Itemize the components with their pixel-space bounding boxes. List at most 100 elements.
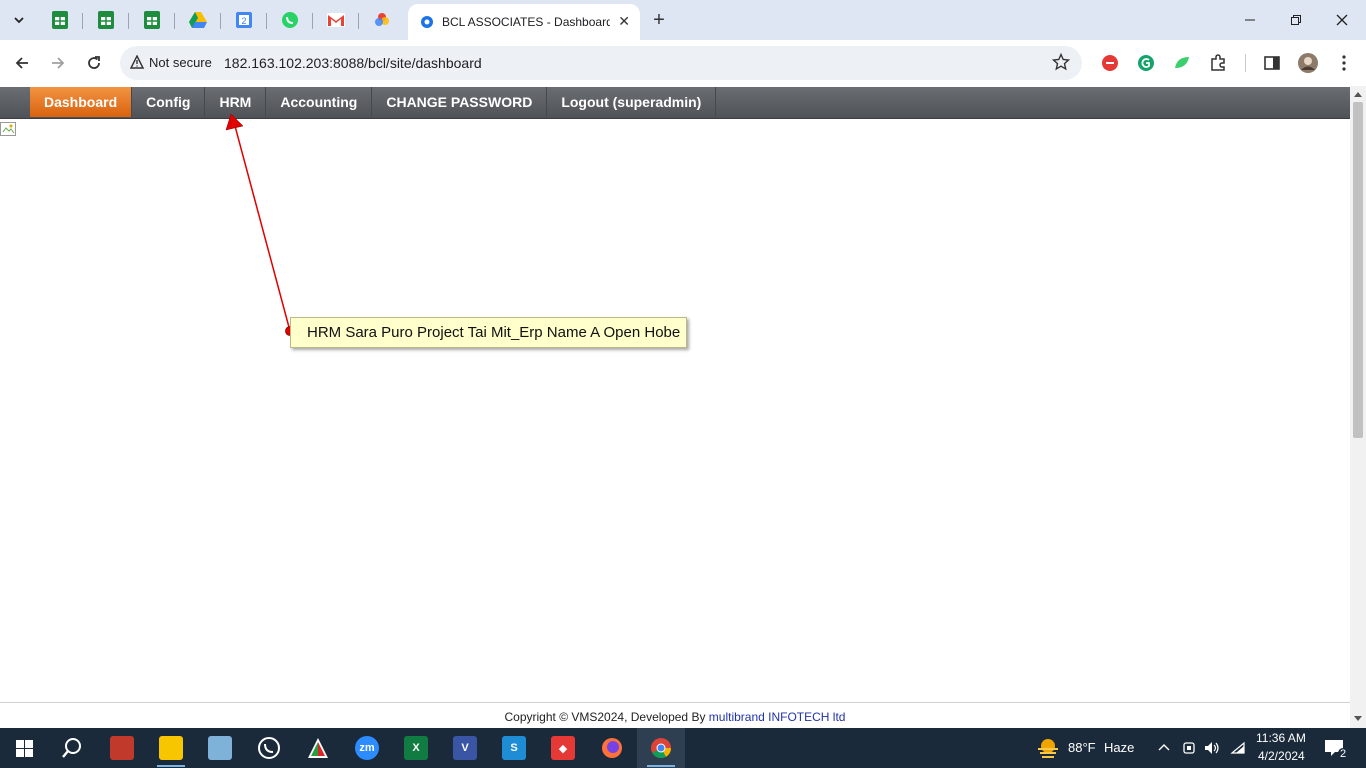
active-tab-title: BCL ASSOCIATES - Dashboard S bbox=[442, 15, 610, 29]
taskbar-search-button[interactable] bbox=[48, 728, 96, 768]
bookmark-star-icon[interactable] bbox=[1052, 53, 1070, 71]
minimize-icon bbox=[1245, 19, 1255, 21]
gmail-icon bbox=[327, 13, 345, 27]
kebab-menu-icon bbox=[1342, 55, 1346, 71]
google-sheets-icon bbox=[52, 11, 68, 29]
taskbar-firefox[interactable] bbox=[588, 728, 636, 768]
menu-item-change-password[interactable]: CHANGE PASSWORD bbox=[372, 87, 548, 117]
whatsapp-icon bbox=[282, 12, 298, 28]
new-tab-button[interactable]: + bbox=[648, 9, 670, 31]
extension-button-1[interactable] bbox=[1099, 52, 1121, 74]
address-bar[interactable]: Not secure 182.163.102.203:8088/bcl/site… bbox=[120, 46, 1082, 80]
scrollbar-thumb[interactable] bbox=[1353, 102, 1363, 438]
app-s-icon: S bbox=[502, 736, 526, 760]
pinned-tab-photos[interactable] bbox=[367, 8, 397, 32]
scroll-down-arrow[interactable] bbox=[1354, 716, 1362, 721]
taskbar-app-1[interactable] bbox=[98, 728, 146, 768]
app-logo-icon bbox=[308, 738, 328, 758]
restore-window-button[interactable] bbox=[1276, 6, 1316, 34]
weather-temperature[interactable]: 88°F bbox=[1068, 740, 1096, 755]
pinned-tab-drive[interactable] bbox=[183, 8, 213, 32]
start-button[interactable] bbox=[0, 728, 48, 768]
reload-button[interactable] bbox=[82, 51, 106, 75]
chrome-icon bbox=[651, 738, 672, 759]
close-window-button[interactable] bbox=[1322, 6, 1362, 34]
taskbar-whatsapp[interactable] bbox=[245, 728, 293, 768]
pinned-tab-whatsapp[interactable] bbox=[275, 8, 305, 32]
tab-separator bbox=[266, 13, 267, 29]
green-leaf-extension-icon bbox=[1175, 57, 1189, 68]
taskbar-app-10[interactable]: ◆ bbox=[539, 728, 587, 768]
firefox-icon bbox=[602, 738, 622, 758]
profile-button[interactable] bbox=[1297, 52, 1319, 74]
whatsapp-icon bbox=[258, 737, 280, 759]
annotation-callout: HRM Sara Puro Project Tai Mit_Erp Name A… bbox=[290, 317, 687, 348]
security-status-label[interactable]: Not secure bbox=[149, 55, 212, 70]
tab-separator bbox=[174, 13, 175, 29]
speaker-icon[interactable] bbox=[1204, 741, 1220, 755]
weather-haze-icon[interactable] bbox=[1036, 737, 1060, 759]
grammarly-button[interactable] bbox=[1135, 52, 1157, 74]
meet-now-icon[interactable] bbox=[1182, 741, 1196, 755]
main-menu-bar: Dashboard Config HRM Accounting CHANGE P… bbox=[0, 87, 1350, 119]
browser-menu-button[interactable] bbox=[1333, 52, 1355, 74]
menu-item-config[interactable]: Config bbox=[132, 87, 206, 117]
page-footer: Copyright © VMS2024, Developed By multib… bbox=[0, 702, 1350, 728]
tab-separator bbox=[82, 13, 83, 29]
url-text[interactable]: 182.163.102.203:8088/bcl/site/dashboard bbox=[224, 55, 482, 71]
taskbar-app-9[interactable]: S bbox=[490, 728, 538, 768]
app-tile-icon: ◆ bbox=[551, 736, 575, 760]
browser-tab-strip: 2 BCL ASSOCIATES - Dashboard S ✕ + bbox=[0, 0, 1366, 40]
minimize-window-button[interactable] bbox=[1230, 6, 1270, 34]
taskbar-chrome[interactable] bbox=[637, 728, 685, 768]
close-icon bbox=[1336, 14, 1348, 26]
extensions-menu-button[interactable] bbox=[1207, 52, 1229, 74]
pinned-tab-sheets-3[interactable] bbox=[137, 8, 167, 32]
pinned-tab-gmail[interactable] bbox=[321, 8, 351, 32]
clock-time[interactable]: 11:36 AM bbox=[1256, 731, 1306, 745]
taskbar-excel[interactable]: X bbox=[392, 728, 440, 768]
broken-image-icon bbox=[0, 122, 16, 136]
extension-button-3[interactable] bbox=[1171, 52, 1193, 74]
puzzle-piece-icon bbox=[1211, 54, 1225, 71]
page-scrollbar[interactable] bbox=[1350, 86, 1366, 728]
weather-condition[interactable]: Haze bbox=[1104, 740, 1134, 755]
footer-developer-link[interactable]: multibrand INFOTECH ltd bbox=[709, 710, 846, 724]
menu-item-hrm[interactable]: HRM bbox=[205, 87, 267, 117]
reload-icon bbox=[88, 56, 100, 69]
tab-separator bbox=[312, 13, 313, 29]
tab-search-button[interactable] bbox=[6, 8, 32, 32]
active-tab[interactable]: BCL ASSOCIATES - Dashboard S ✕ bbox=[408, 4, 640, 40]
toolbar-divider bbox=[1245, 54, 1246, 72]
close-tab-icon[interactable]: ✕ bbox=[618, 13, 630, 30]
back-button[interactable] bbox=[10, 51, 34, 75]
google-sheets-icon bbox=[98, 11, 114, 29]
menu-item-dashboard[interactable]: Dashboard bbox=[30, 87, 133, 117]
app-tile-icon bbox=[110, 736, 134, 760]
side-panel-button[interactable] bbox=[1261, 52, 1283, 74]
browser-toolbar: Not secure 182.163.102.203:8088/bcl/site… bbox=[0, 40, 1366, 86]
annotation-arrow bbox=[225, 113, 295, 336]
taskbar-app-3[interactable] bbox=[196, 728, 244, 768]
taskbar-app-5[interactable] bbox=[294, 728, 342, 768]
chevron-down-icon bbox=[14, 17, 24, 24]
clock-date[interactable]: 4/2/2024 bbox=[1258, 749, 1305, 763]
google-photos-icon bbox=[375, 13, 389, 26]
menu-item-accounting[interactable]: Accounting bbox=[266, 87, 373, 117]
chevron-up-icon[interactable] bbox=[1158, 742, 1170, 752]
zoom-icon: zm bbox=[355, 736, 379, 760]
forward-button[interactable] bbox=[46, 51, 70, 75]
taskbar-sticky-notes[interactable] bbox=[147, 728, 195, 768]
google-sheets-icon bbox=[144, 11, 160, 29]
notification-count-badge: 2 bbox=[1338, 748, 1349, 760]
excel-icon: X bbox=[404, 736, 428, 760]
wifi-icon[interactable] bbox=[1230, 741, 1246, 755]
pinned-tab-sheets-1[interactable] bbox=[45, 8, 75, 32]
taskbar-zoom[interactable]: zm bbox=[343, 728, 391, 768]
taskbar-visio[interactable]: V bbox=[441, 728, 489, 768]
scroll-up-arrow[interactable] bbox=[1354, 92, 1362, 97]
tab-separator bbox=[128, 13, 129, 29]
pinned-tab-sheets-2[interactable] bbox=[91, 8, 121, 32]
menu-item-logout[interactable]: Logout (superadmin) bbox=[547, 87, 717, 117]
pinned-tab-calendar[interactable]: 2 bbox=[229, 8, 259, 32]
